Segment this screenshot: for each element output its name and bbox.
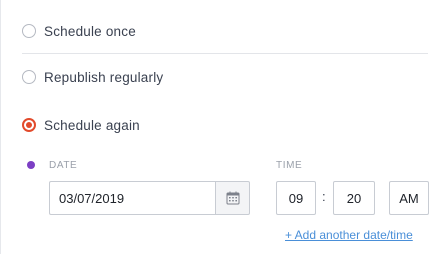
republish-regularly-label: Republish regularly xyxy=(44,69,164,85)
republish-regularly-option[interactable]: Republish regularly xyxy=(22,68,163,86)
schedule-once-radio[interactable] xyxy=(22,24,36,38)
republish-regularly-radio[interactable] xyxy=(22,70,36,84)
ampm-select[interactable] xyxy=(389,181,429,215)
time-label: TIME xyxy=(276,160,303,171)
schedule-again-label: Schedule again xyxy=(44,117,140,133)
date-label: DATE xyxy=(49,160,78,171)
schedule-again-option[interactable]: Schedule again xyxy=(22,116,140,134)
schedule-entry-bullet xyxy=(27,161,35,169)
minute-input[interactable] xyxy=(333,181,375,215)
panel-left-border xyxy=(0,0,1,254)
option-divider xyxy=(22,53,428,54)
time-separator: : xyxy=(322,189,326,204)
schedule-once-option[interactable]: Schedule once xyxy=(22,22,136,40)
schedule-again-radio[interactable] xyxy=(22,118,36,132)
add-another-datetime-link[interactable]: + Add another date/time xyxy=(285,228,413,242)
hour-input[interactable] xyxy=(276,181,316,215)
calendar-icon xyxy=(226,191,239,205)
calendar-button[interactable] xyxy=(215,181,250,215)
date-input[interactable] xyxy=(49,181,215,215)
schedule-once-label: Schedule once xyxy=(44,23,136,39)
